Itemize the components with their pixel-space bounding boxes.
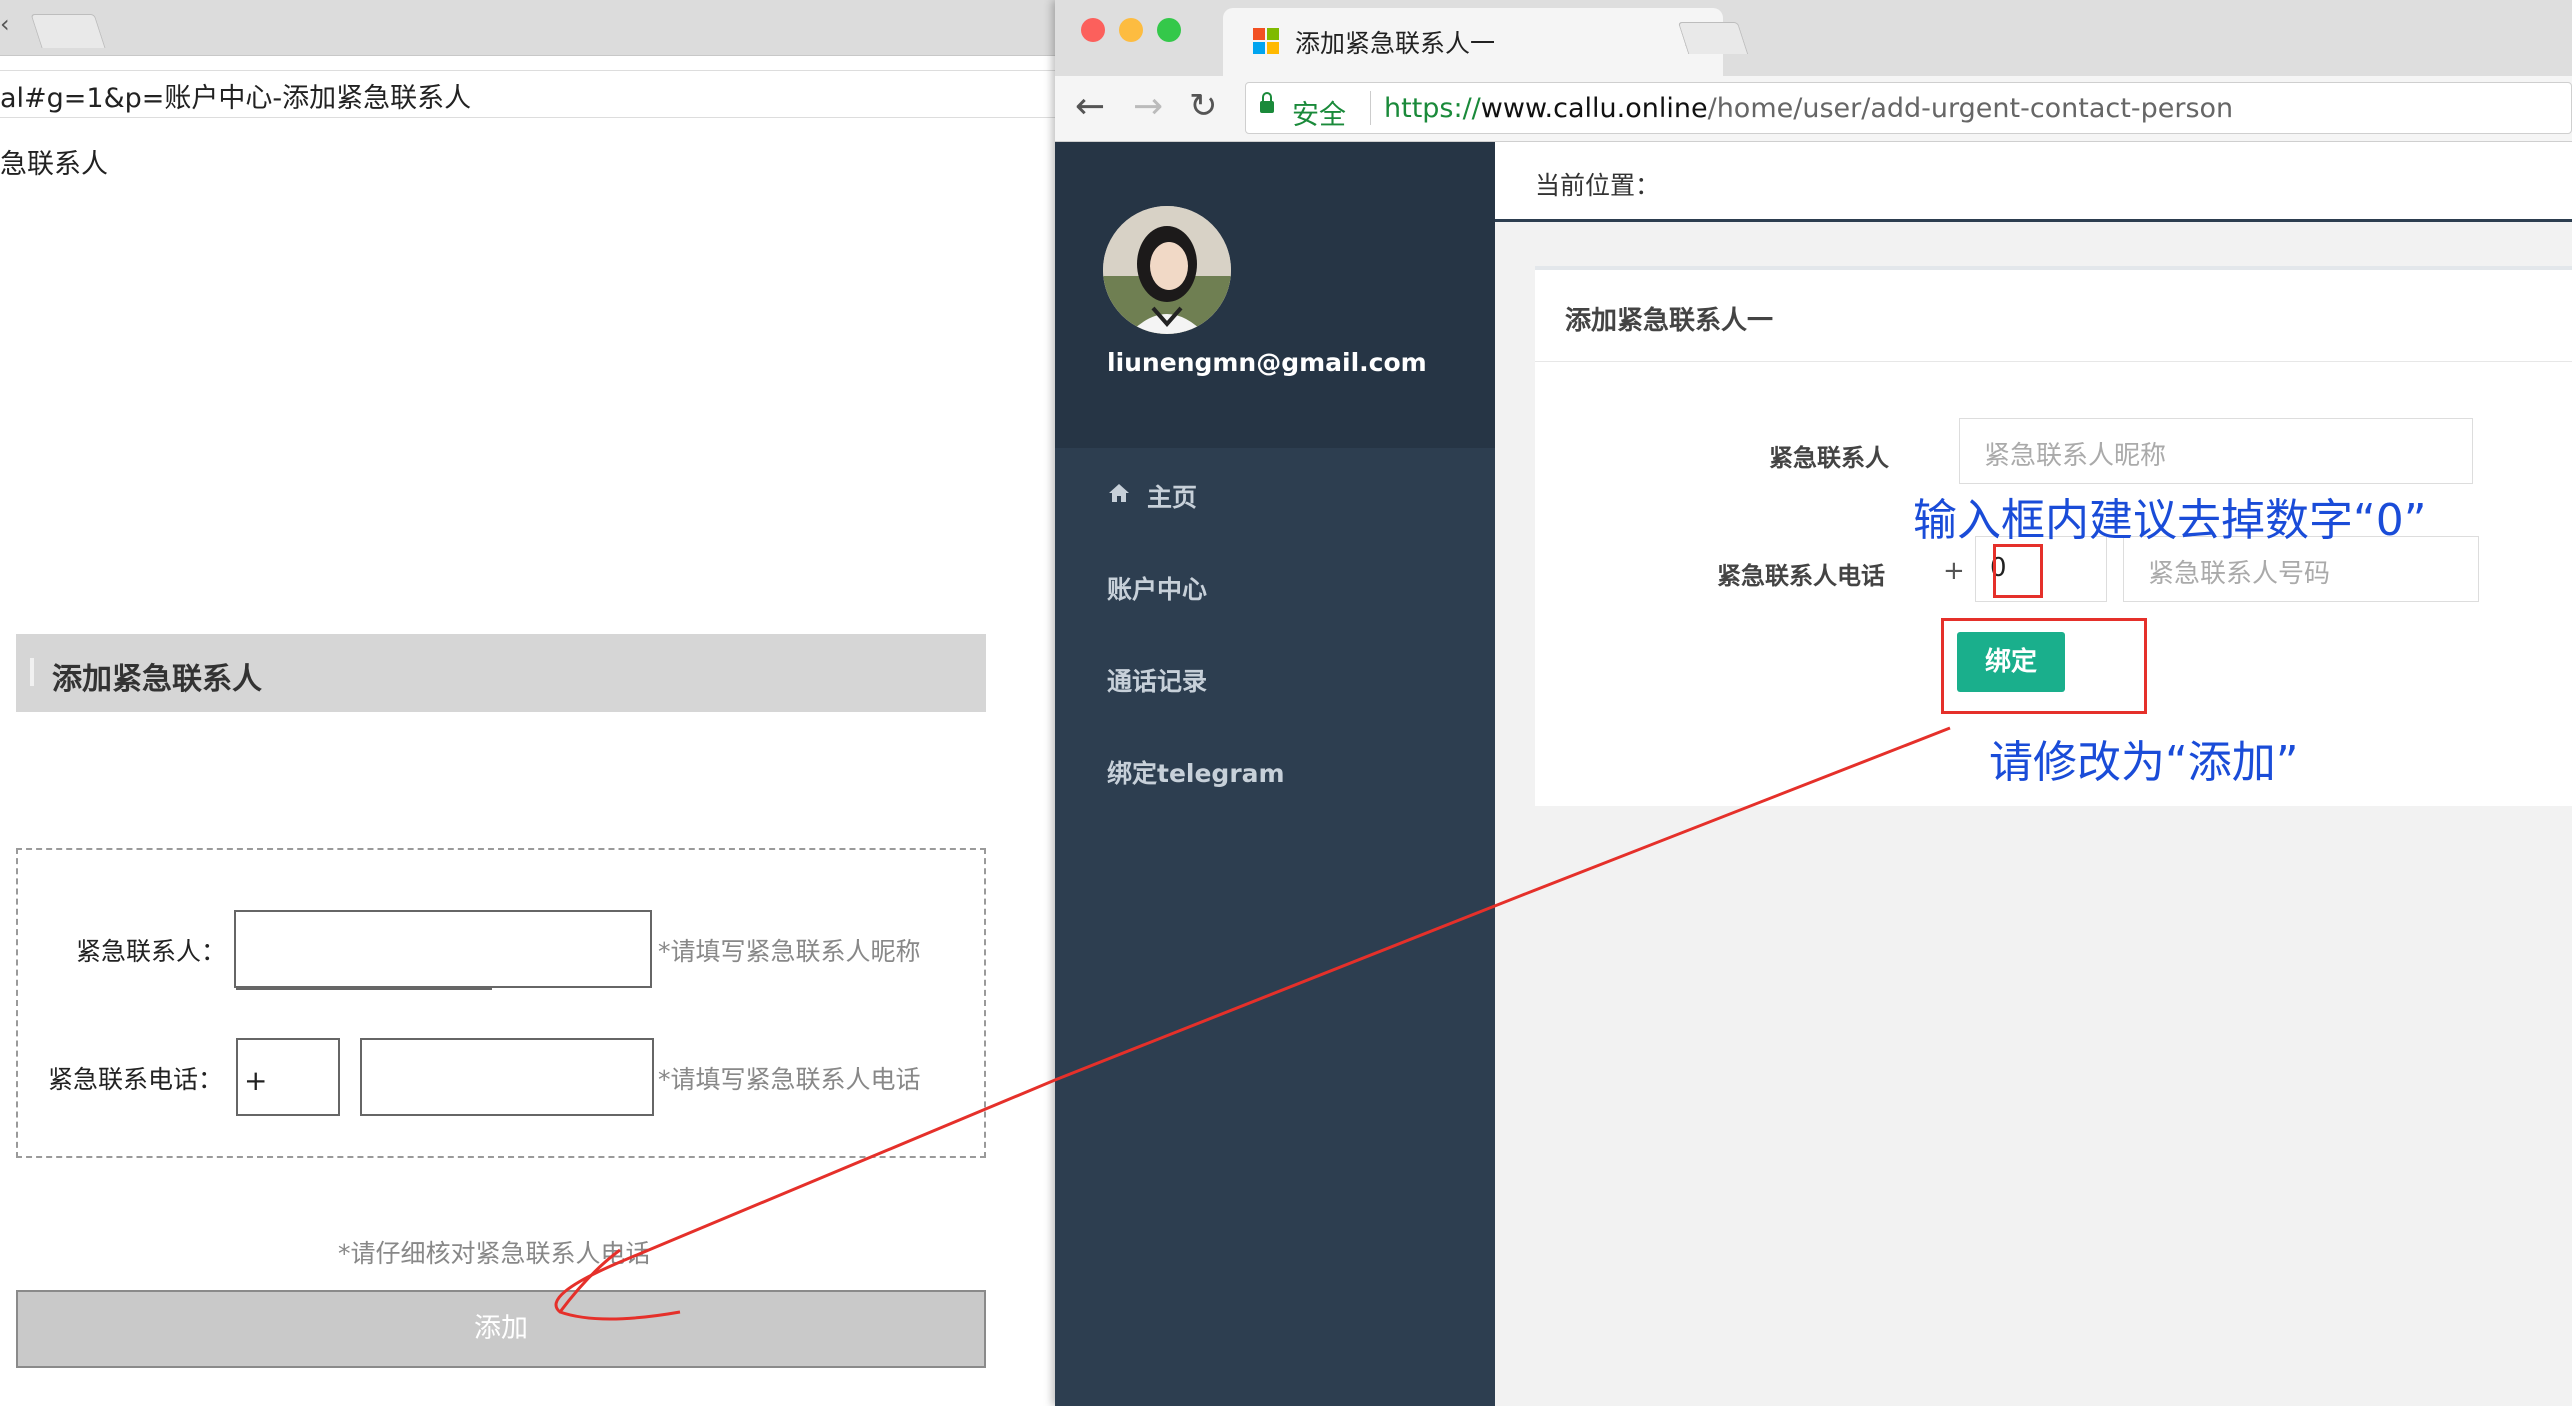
contact-name-input[interactable]: 紧急联系人昵称 [1959, 418, 2473, 484]
country-code-input[interactable]: + [236, 1038, 340, 1116]
close-icon[interactable]: ‹ [0, 10, 10, 38]
secure-label: 安全 [1292, 100, 1346, 131]
left-browser-window: ‹ al#g=1&p=账户中心-添加紧急联系人 急联系人 添加紧急联系人 紧急联… [0, 0, 1055, 1406]
annotation-rename-button: 请修改为“添加” [1989, 737, 2299, 788]
phone-label: 紧急联系人电话 [1717, 562, 1885, 590]
user-email: liunengmn@gmail.com [1107, 348, 1427, 377]
back-arrow-icon[interactable]: ← [1075, 86, 1105, 127]
avatar[interactable] [1103, 206, 1231, 334]
sidebar-item-home[interactable]: 主页 [1147, 478, 1197, 514]
panel-title: 添加紧急联系人一 [1565, 306, 1774, 336]
left-tab-bar: ‹ [0, 0, 1055, 56]
left-contact-form: 紧急联系人： *请填写紧急联系人昵称 紧急联系电话： + *请填写紧急联系人电话 [16, 848, 986, 1158]
phone-prefix: + [1943, 556, 1965, 586]
contact-label: 紧急联系人： [76, 937, 227, 966]
title-bar: 添加紧急联系人一 × [1055, 0, 2572, 76]
url-protocol: https:// [1384, 93, 1481, 124]
new-tab-button[interactable] [30, 14, 106, 48]
tab-title: 添加紧急联系人一 [1295, 29, 1496, 58]
minimize-window-button[interactable] [1119, 18, 1143, 42]
phone-hint: *请填写紧急联系人电话 [658, 1065, 921, 1094]
left-url-text: al#g=1&p=账户中心-添加紧急联系人 [0, 83, 472, 114]
new-tab-button[interactable] [1677, 22, 1749, 54]
active-tab[interactable]: 添加紧急联系人一 × [1223, 8, 1723, 76]
breadcrumb: 当前位置： [1535, 171, 1661, 200]
url-text: https://www.callu.online/home/user/add-u… [1384, 93, 2233, 124]
sidebar-item-telegram[interactable]: 绑定telegram [1107, 754, 1285, 790]
browser-toolbar: ← → ↻ 安全 https://www.callu.online/home/u… [1055, 76, 2572, 142]
right-browser-window: 添加紧急联系人一 × ← → ↻ 安全 https://www.callu.on… [1055, 0, 2572, 1406]
address-bar[interactable]: 安全 https://www.callu.online/home/user/ad… [1245, 82, 2572, 134]
breadcrumb-bar: 当前位置： [1495, 142, 2572, 222]
verify-note: *请仔细核对紧急联系人电话 [338, 1239, 651, 1268]
annotation-box-country-code [1993, 544, 2043, 598]
contact-label: 紧急联系人 [1769, 444, 1889, 472]
add-button[interactable]: 添加 [16, 1290, 986, 1368]
phone-number-input[interactable] [360, 1038, 654, 1116]
address-separator [1370, 91, 1371, 125]
phone-label: 紧急联系电话： [48, 1065, 224, 1094]
annotation-box-bind-button [1941, 618, 2147, 714]
annotation-remove-zero: 输入框内建议去掉数字“0” [1913, 495, 2427, 546]
forward-arrow-icon[interactable]: → [1133, 86, 1163, 127]
lock-icon [1260, 92, 1274, 113]
url-host: www.callu.online [1480, 93, 1708, 124]
reload-icon[interactable]: ↻ [1189, 86, 1218, 126]
url-path: /home/user/add-urgent-contact-person [1707, 93, 2234, 124]
panel-header: 添加紧急联系人一 [1535, 270, 2572, 362]
left-section-title: 添加紧急联系人 [52, 662, 262, 697]
sidebar: liunengmn@gmail.com 主页 账户中心 通话记录 绑定teleg… [1055, 142, 1495, 1406]
sidebar-item-account[interactable]: 账户中心 [1107, 570, 1207, 606]
left-page-title: 急联系人 [0, 149, 108, 180]
contact-hint: *请填写紧急联系人昵称 [658, 937, 921, 966]
section-marker [30, 658, 34, 686]
contact-name-input-frame[interactable] [234, 910, 652, 988]
home-icon [1109, 484, 1129, 502]
sidebar-item-call-log[interactable]: 通话记录 [1107, 662, 1207, 698]
close-window-button[interactable] [1081, 18, 1105, 42]
site-favicon-icon [1253, 28, 1281, 56]
profile-card: liunengmn@gmail.com [1055, 142, 1495, 448]
left-section-header: 添加紧急联系人 [16, 634, 986, 712]
maximize-window-button[interactable] [1157, 18, 1181, 42]
